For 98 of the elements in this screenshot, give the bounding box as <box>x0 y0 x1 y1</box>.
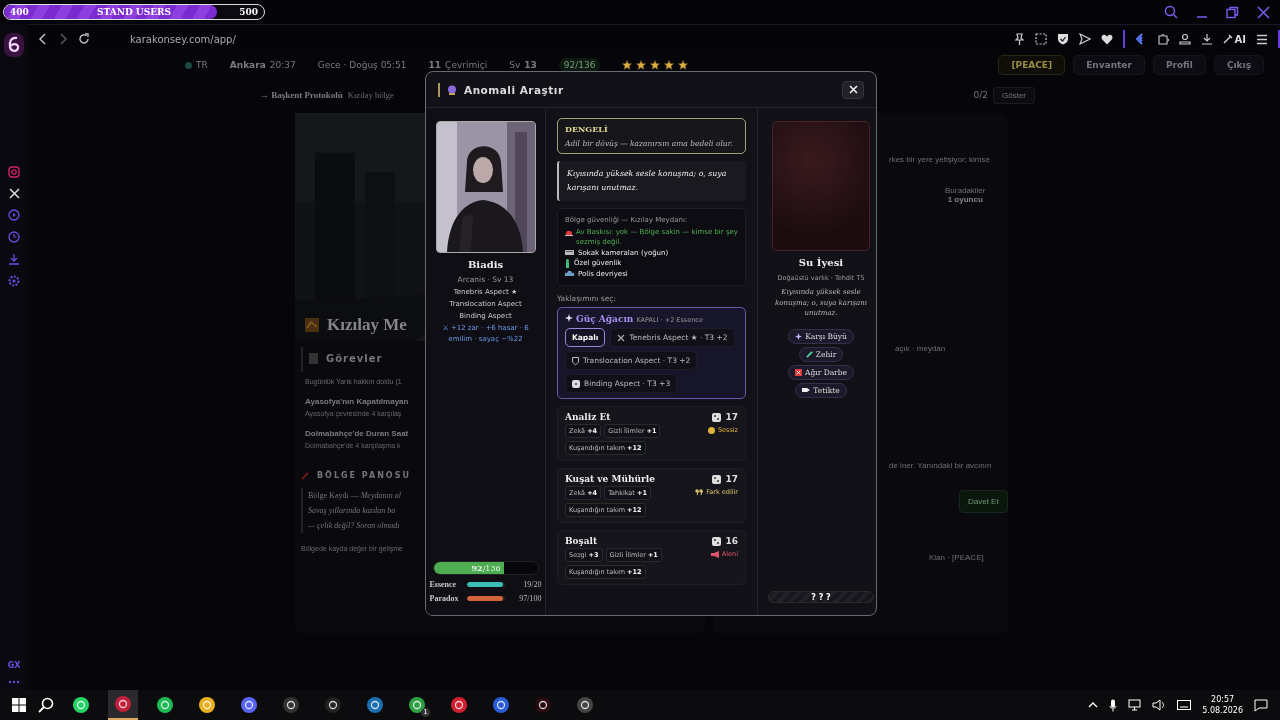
progress-count: 0/2 <box>973 90 988 100</box>
app-icon[interactable] <box>534 696 552 714</box>
heart-icon[interactable] <box>1100 33 1113 45</box>
crystal-ball-icon <box>447 84 457 95</box>
health-reading: 92/136 <box>471 562 501 574</box>
wand-icon <box>1222 34 1233 44</box>
nav-button[interactable]: [PEACE] <box>998 55 1066 75</box>
resource-bar <box>466 582 505 587</box>
action-title: Analiz Et <box>565 412 611 422</box>
health-badge: 92/136 <box>558 58 601 72</box>
shield-icon[interactable] <box>1056 33 1069 45</box>
board-entry: Bölge Kaydı — Meydanın al <box>308 490 401 502</box>
quest-title[interactable]: Dolmabahçe'de Duran Saat <box>305 429 409 438</box>
nav-button[interactable]: Envanter <box>1073 55 1145 75</box>
city-time: Ankara 20:37 <box>229 60 296 70</box>
dialog-title: Anomali Araştır <box>464 83 564 96</box>
play-icon[interactable] <box>8 209 20 221</box>
microphone-icon[interactable] <box>1109 698 1118 712</box>
puzzle-icon[interactable] <box>1156 33 1169 45</box>
resource-reading: 97/100 <box>519 594 542 603</box>
search-icon[interactable] <box>38 697 54 713</box>
forward-icon[interactable] <box>58 33 68 45</box>
pointer-icon <box>802 387 811 393</box>
browser-logo-icon[interactable] <box>3 32 25 58</box>
ai-button[interactable]: AI <box>1222 33 1246 45</box>
notification-icon[interactable] <box>1254 698 1268 712</box>
menu-icon[interactable] <box>1256 33 1268 45</box>
app-icon[interactable] <box>492 696 510 714</box>
nav-button[interactable]: Profil <box>1152 55 1206 75</box>
sparkle-icon <box>795 332 803 340</box>
die-icon <box>712 536 722 546</box>
board-text: Savaş yıllarında kazılan ba <box>308 505 396 517</box>
invite-button[interactable]: Davet Et <box>959 490 1008 513</box>
star-icon <box>636 60 647 70</box>
star-icon <box>650 60 661 70</box>
level-label: Sv 13 <box>509 60 537 70</box>
settings-icon[interactable] <box>8 275 20 287</box>
app-icon[interactable] <box>450 696 468 714</box>
clock-date[interactable]: 5.08.2026 <box>1202 705 1243 716</box>
speaker-icon[interactable] <box>1152 699 1167 711</box>
region-label: TR <box>185 60 208 70</box>
clock-icon[interactable] <box>8 231 20 243</box>
resource-reading: 19/20 <box>523 580 542 589</box>
board-text: — çelik değil? Soran olmadı <box>308 520 400 532</box>
die-icon <box>712 474 722 484</box>
panel-title: Görevler <box>326 353 383 364</box>
progress-max: 500 <box>239 7 258 17</box>
resource-name: Paradox <box>429 594 460 603</box>
breadcrumb-title[interactable]: → Başkent Protokolü <box>260 90 343 100</box>
daytime-label: Gece · Doğuş 05:51 <box>317 60 407 70</box>
action-title: Boşalt <box>565 536 598 546</box>
quest-title[interactable]: Ayasofya'nın Kapatılmayan <box>305 397 409 406</box>
more-icon[interactable] <box>8 680 20 684</box>
roll-value: 17 <box>725 474 738 484</box>
star-icon <box>622 60 633 70</box>
clock-time[interactable]: 20:57 <box>1211 694 1235 705</box>
present-label: Buradakiler <box>945 186 986 195</box>
resource-name: Essence <box>429 580 458 589</box>
star-icon <box>678 60 689 70</box>
hint-text: de iner. Yanındaki bir avcının <box>889 460 992 470</box>
x-logo-icon[interactable] <box>8 188 20 199</box>
selection-icon[interactable] <box>1034 33 1047 45</box>
resource-bar <box>466 596 505 601</box>
keyboard-icon[interactable] <box>1177 700 1192 710</box>
breadcrumb-subtitle: Kızılay bölge <box>347 90 394 100</box>
camera-app-icon[interactable] <box>8 166 20 178</box>
star-icon <box>664 60 675 70</box>
die-icon <box>572 379 580 388</box>
shield-icon <box>572 356 579 365</box>
close-button[interactable] <box>842 80 864 99</box>
reload-icon[interactable] <box>78 33 90 45</box>
place-tag: açık · meydan <box>889 204 946 353</box>
send-icon[interactable] <box>1078 33 1091 45</box>
restore-icon[interactable] <box>1226 5 1239 19</box>
show-button[interactable]: Göster <box>993 86 1035 104</box>
nav-button[interactable]: Çıkış <box>1213 55 1264 75</box>
action-title: Kuşat ve Mühürle <box>565 474 655 484</box>
die-icon <box>712 412 722 422</box>
cross-icon <box>795 368 803 376</box>
reveal-button[interactable]: ? ? ? <box>768 591 874 603</box>
enemy-name: Su İyesi <box>798 256 844 270</box>
network-icon[interactable] <box>1128 699 1142 711</box>
address-field[interactable]: karakonsey.com/app/ <box>130 33 236 45</box>
progress-min: 400 <box>10 7 29 17</box>
progress-label: STAND USERS <box>96 7 171 17</box>
profile-icon[interactable] <box>1178 33 1191 45</box>
roll-value: 16 <box>725 536 738 546</box>
description-text: rkes bir yere yetişiyor; kimse <box>889 154 990 164</box>
online-count: 11 Çevrimiçi <box>428 60 488 70</box>
panel-title: BÖLGE PANOSU <box>317 471 411 480</box>
clan-label: Klan · [PEACE] <box>928 552 984 562</box>
present-count: 1 oyuncu <box>947 195 983 204</box>
roll-value: 17 <box>725 412 738 422</box>
back-icon[interactable] <box>38 33 48 45</box>
sidebar-badge[interactable]: GX <box>7 661 21 670</box>
app-icon[interactable] <box>576 696 594 714</box>
chevron-up-icon[interactable] <box>1088 701 1099 709</box>
start-icon[interactable] <box>12 698 26 712</box>
